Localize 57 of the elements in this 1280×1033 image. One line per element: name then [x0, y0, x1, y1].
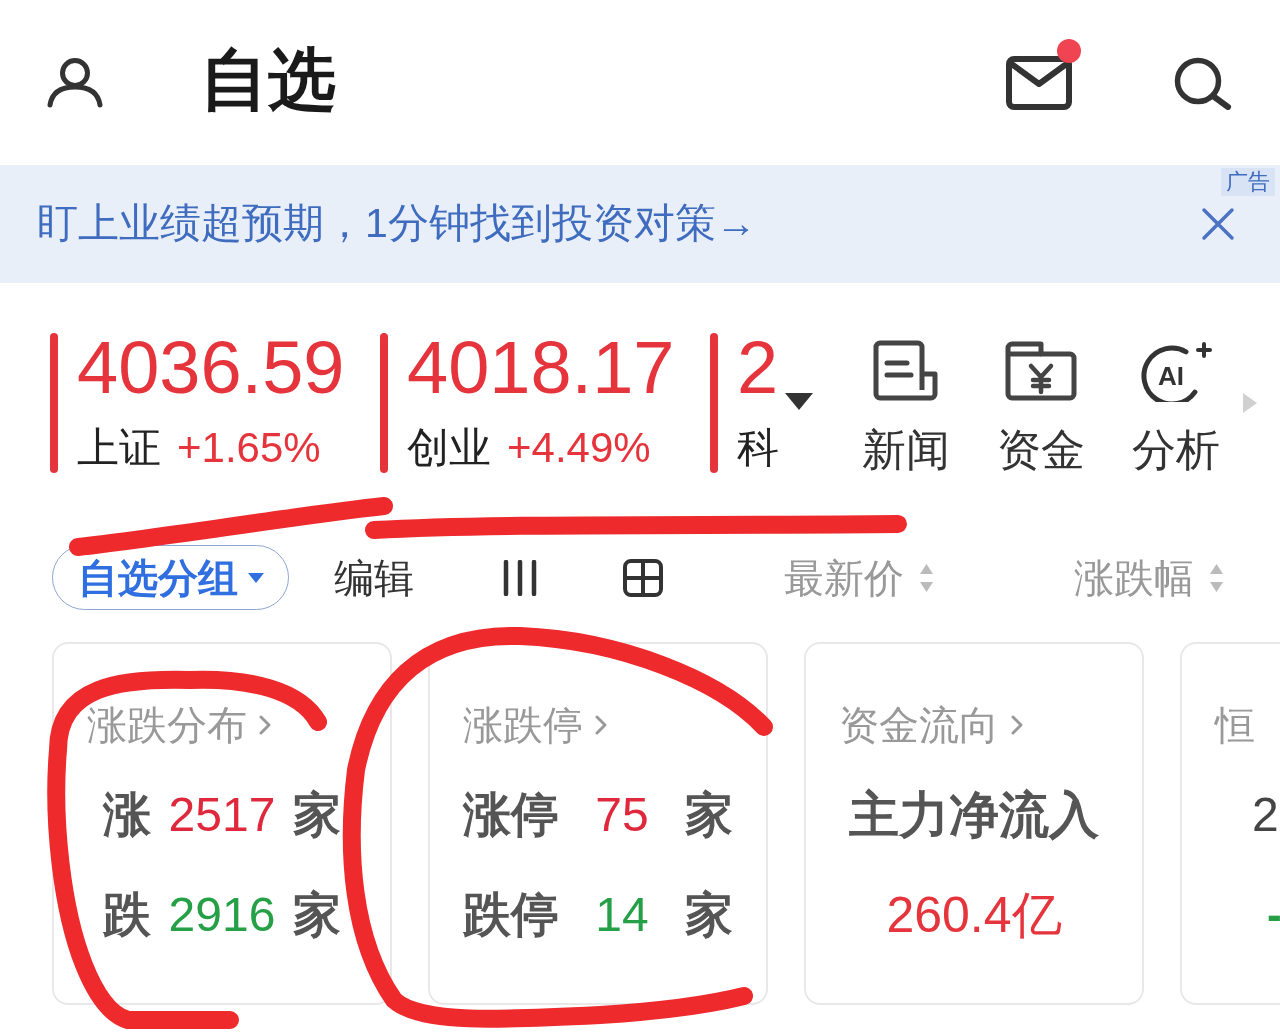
- person-icon[interactable]: [45, 56, 105, 109]
- trend-bar-icon: [380, 333, 388, 473]
- chevron-icon: [1011, 715, 1023, 735]
- count-value: 2517: [168, 787, 276, 843]
- index-change: +4.49%: [507, 423, 651, 473]
- index-name: 创业: [407, 423, 491, 473]
- chevron-icon: [595, 715, 607, 735]
- row-label: 涨停: [463, 787, 559, 843]
- index-change: +1.65%: [177, 423, 321, 473]
- card-title-link[interactable]: 涨跌分布: [87, 702, 271, 748]
- close-icon[interactable]: [1201, 207, 1235, 241]
- index-value: 4018.17: [407, 333, 675, 403]
- chevron-icon: [259, 715, 271, 735]
- caret-right-icon: [1243, 393, 1257, 413]
- edit-button[interactable]: 编辑: [334, 553, 414, 602]
- shortcut-link[interactable]: 资金: [976, 333, 1106, 475]
- card-title-link[interactable]: 恒: [1215, 702, 1255, 748]
- envelope-icon[interactable]: [1006, 55, 1072, 110]
- unit-label: 家: [293, 887, 342, 943]
- unit-label: 家: [293, 787, 342, 843]
- sort-column-button[interactable]: 涨跌幅: [1074, 553, 1224, 602]
- index-value: 2: [737, 333, 779, 403]
- index-name: 上证: [77, 423, 161, 473]
- index-value: 2: [1252, 787, 1280, 843]
- index-change: -: [1267, 889, 1280, 941]
- shortcut-link[interactable]: AI 分析: [1111, 333, 1241, 475]
- flow-value: 260.4亿: [885, 886, 1063, 945]
- flow-label: 主力净流入: [848, 786, 1100, 845]
- trend-bar-icon: [710, 333, 718, 473]
- row-label: 跌: [102, 887, 151, 943]
- card-title-link[interactable]: 涨跌停: [463, 702, 607, 748]
- index-name: 科: [737, 423, 779, 473]
- ad-tag: 广告: [1221, 168, 1275, 196]
- count-value: 14: [594, 887, 650, 943]
- page-title: 自选: [200, 44, 336, 113]
- columns-icon[interactable]: [502, 559, 538, 596]
- shortcut-link[interactable]: 新闻: [841, 333, 971, 475]
- search-icon[interactable]: [1172, 55, 1232, 110]
- count-value: 2916: [168, 887, 276, 943]
- folder-yen-icon: [1005, 340, 1077, 402]
- dropdown-caret-icon[interactable]: [785, 393, 813, 410]
- index-value: 4036.59: [77, 333, 345, 403]
- promo-link[interactable]: 盯上业绩超预期，1分钟找到投资对策→: [37, 199, 757, 249]
- unit-label: 家: [685, 887, 733, 943]
- document-icon: [873, 340, 939, 402]
- trend-bar-icon: [50, 333, 58, 473]
- caret-icon: [248, 572, 264, 583]
- sort-column-button[interactable]: 最新价: [784, 553, 934, 602]
- unit-label: 家: [685, 787, 733, 843]
- card-title-link[interactable]: 资金流向: [839, 702, 1023, 748]
- row-label: 跌停: [463, 887, 559, 943]
- row-label: 涨: [102, 787, 151, 843]
- sort-icon: [1209, 562, 1224, 593]
- grid-icon[interactable]: [623, 558, 663, 597]
- count-value: 75: [594, 787, 650, 843]
- group-dropdown-button[interactable]: 自选分组: [52, 545, 289, 610]
- sort-icon: [919, 562, 934, 593]
